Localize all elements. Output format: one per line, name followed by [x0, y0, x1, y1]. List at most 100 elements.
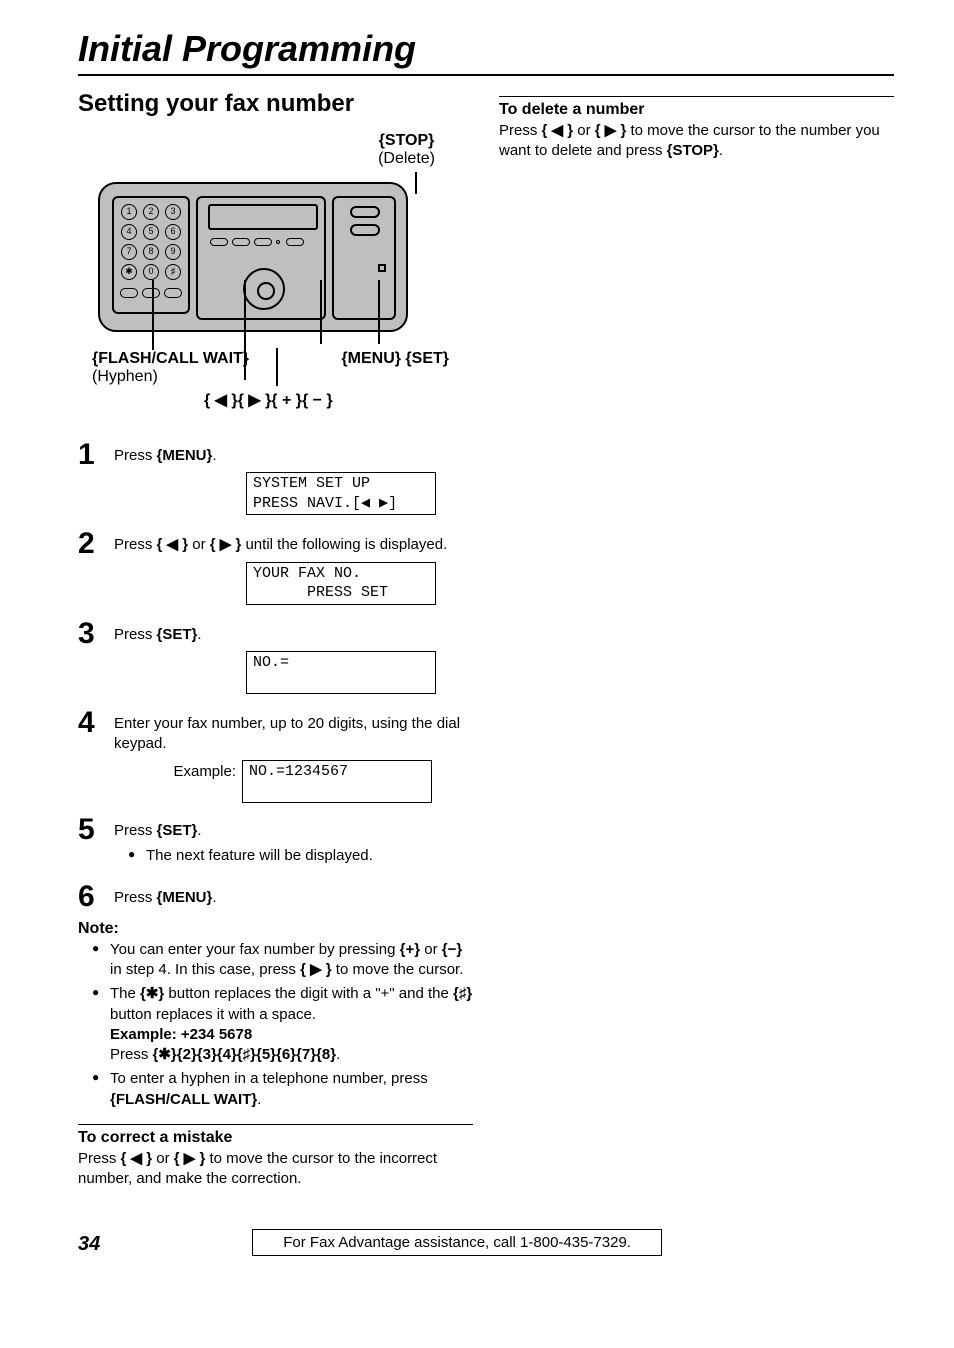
- step-text: .: [212, 889, 216, 906]
- callout-menu-set: {MENU} {SET}: [341, 350, 449, 368]
- callout-stop-sub: (Delete): [378, 150, 435, 168]
- key-right: { ▶ }: [300, 961, 332, 978]
- note-text: button replaces the digit with a "+" and…: [164, 985, 453, 1002]
- callout-flash-sub: (Hyphen): [92, 368, 158, 385]
- step-1: 1 Press {MENU}. SYSTEM SET UP PRESS NAVI…: [78, 440, 473, 517]
- text: or: [152, 1150, 174, 1167]
- step-number: 1: [78, 440, 114, 470]
- step-text: Enter your fax number, up to 20 digits, …: [114, 715, 460, 752]
- step-6: 6 Press {MENU}.: [78, 882, 473, 912]
- right-panel-icon: [332, 196, 396, 320]
- note-item: The {✱} button replaces the digit with a…: [92, 984, 473, 1065]
- text: Press: [499, 122, 542, 139]
- step-4: 4 Enter your fax number, up to 20 digits…: [78, 708, 473, 804]
- footer-assistance-box: For Fax Advantage assistance, call 1-800…: [252, 1229, 662, 1256]
- lcd-display: SYSTEM SET UP PRESS NAVI.[◀ ▶]: [246, 472, 436, 515]
- callout-nav-keys: { ◀ }{ ▶ }{ + }{ − }: [204, 390, 333, 410]
- step-text: Press: [114, 536, 157, 553]
- device-illustration: {STOP} (Delete) 123 456 789 ✱0♯: [78, 132, 473, 422]
- note-item: You can enter your fax number by pressin…: [92, 940, 473, 981]
- key-left: { ◀ }: [157, 536, 189, 553]
- key-right: { ▶ }: [174, 1150, 206, 1167]
- note-text: Press: [110, 1046, 153, 1063]
- key-star: {✱}: [140, 985, 164, 1002]
- leader-line: [152, 280, 154, 350]
- callout-flash: {FLASH/CALL WAIT} (Hyphen): [92, 350, 249, 386]
- leader-line: [320, 280, 322, 344]
- keypad-icon: 123 456 789 ✱0♯: [112, 196, 190, 314]
- correct-text: Press { ◀ } or { ▶ } to move the cursor …: [78, 1149, 473, 1190]
- sub-rule: [78, 1124, 473, 1125]
- note-text: to move the cursor.: [332, 961, 464, 978]
- lcd-display: NO.=: [246, 651, 436, 694]
- step-text: .: [212, 447, 216, 464]
- page-footer: 34 For Fax Advantage assistance, call 1-…: [78, 1229, 894, 1256]
- key-left: { ◀ }: [542, 122, 574, 139]
- note-text: or: [420, 941, 442, 958]
- note-text: .: [257, 1091, 261, 1108]
- right-column: To delete a number Press { ◀ } or { ▶ } …: [499, 90, 894, 1189]
- chapter-title: Initial Programming: [78, 28, 894, 70]
- callout-flash-key: {FLASH/CALL WAIT}: [92, 350, 249, 367]
- key-plus: {+}: [400, 941, 420, 958]
- note-item: To enter a hyphen in a telephone number,…: [92, 1069, 473, 1110]
- device-body: 123 456 789 ✱0♯: [98, 182, 408, 332]
- left-column: Setting your fax number {STOP} (Delete) …: [78, 90, 473, 1189]
- step-3: 3 Press {SET}. NO.=: [78, 619, 473, 696]
- note-text: in step 4. In this case, press: [110, 961, 300, 978]
- leader-line: [378, 280, 380, 344]
- text: or: [573, 122, 595, 139]
- note-example-head: Example: +234 5678: [110, 1026, 252, 1043]
- chapter-rule: [78, 74, 894, 76]
- sub-rule: [499, 96, 894, 97]
- note-text: To enter a hyphen in a telephone number,…: [110, 1070, 428, 1087]
- step-number: 2: [78, 529, 114, 559]
- key-right: { ▶ }: [595, 122, 627, 139]
- note-text: .: [336, 1046, 340, 1063]
- callout-stop-key: {STOP}: [378, 132, 435, 150]
- key-menu: {MENU}: [157, 447, 213, 464]
- callout-stop: {STOP} (Delete): [378, 132, 435, 168]
- step-number: 6: [78, 882, 114, 912]
- key-right: { ▶ }: [210, 536, 242, 553]
- step-text: Press: [114, 822, 157, 839]
- section-title: Setting your fax number: [78, 90, 473, 118]
- step-text: or: [188, 536, 210, 553]
- delete-text: Press { ◀ } or { ▶ } to move the cursor …: [499, 121, 894, 162]
- text: Press: [78, 1150, 121, 1167]
- correct-heading: To correct a mistake: [78, 1129, 473, 1147]
- sub-bullet: The next feature will be displayed.: [128, 846, 473, 866]
- key-set: {SET}: [157, 822, 198, 839]
- note-text: You can enter your fax number by pressin…: [110, 941, 400, 958]
- step-5: 5 Press {SET}. The next feature will be …: [78, 815, 473, 870]
- example-label: Example:: [160, 760, 242, 782]
- callout-divider: [276, 348, 278, 386]
- note-text: The: [110, 985, 140, 1002]
- key-menu: {MENU}: [157, 889, 213, 906]
- key-sequence: {✱}{2}{3}{4}{♯}{5}{6}{7}{8}: [153, 1046, 337, 1063]
- display-panel-icon: [196, 196, 326, 320]
- step-text: until the following is displayed.: [241, 536, 447, 553]
- step-number: 4: [78, 708, 114, 738]
- step-text: .: [197, 822, 201, 839]
- key-minus: {−}: [442, 941, 462, 958]
- lcd-display: NO.=1234567: [242, 760, 432, 803]
- key-hash: {♯}: [453, 985, 472, 1002]
- content-columns: Setting your fax number {STOP} (Delete) …: [78, 90, 894, 1189]
- leader-line: [415, 172, 417, 194]
- key-stop: {STOP}: [667, 142, 719, 159]
- step-text: .: [197, 626, 201, 643]
- step-number: 5: [78, 815, 114, 845]
- text: .: [719, 142, 723, 159]
- note-text: button replaces it with a space.: [110, 1006, 316, 1023]
- delete-heading: To delete a number: [499, 101, 894, 119]
- step-2: 2 Press { ◀ } or { ▶ } until the followi…: [78, 529, 473, 606]
- page-number: 34: [78, 1233, 100, 1256]
- step-text: Press: [114, 889, 157, 906]
- key-left: { ◀ }: [121, 1150, 153, 1167]
- note-heading: Note:: [78, 920, 473, 938]
- step-number: 3: [78, 619, 114, 649]
- key-set: {SET}: [157, 626, 198, 643]
- step-text: Press: [114, 626, 157, 643]
- key-flash: {FLASH/CALL WAIT}: [110, 1091, 257, 1108]
